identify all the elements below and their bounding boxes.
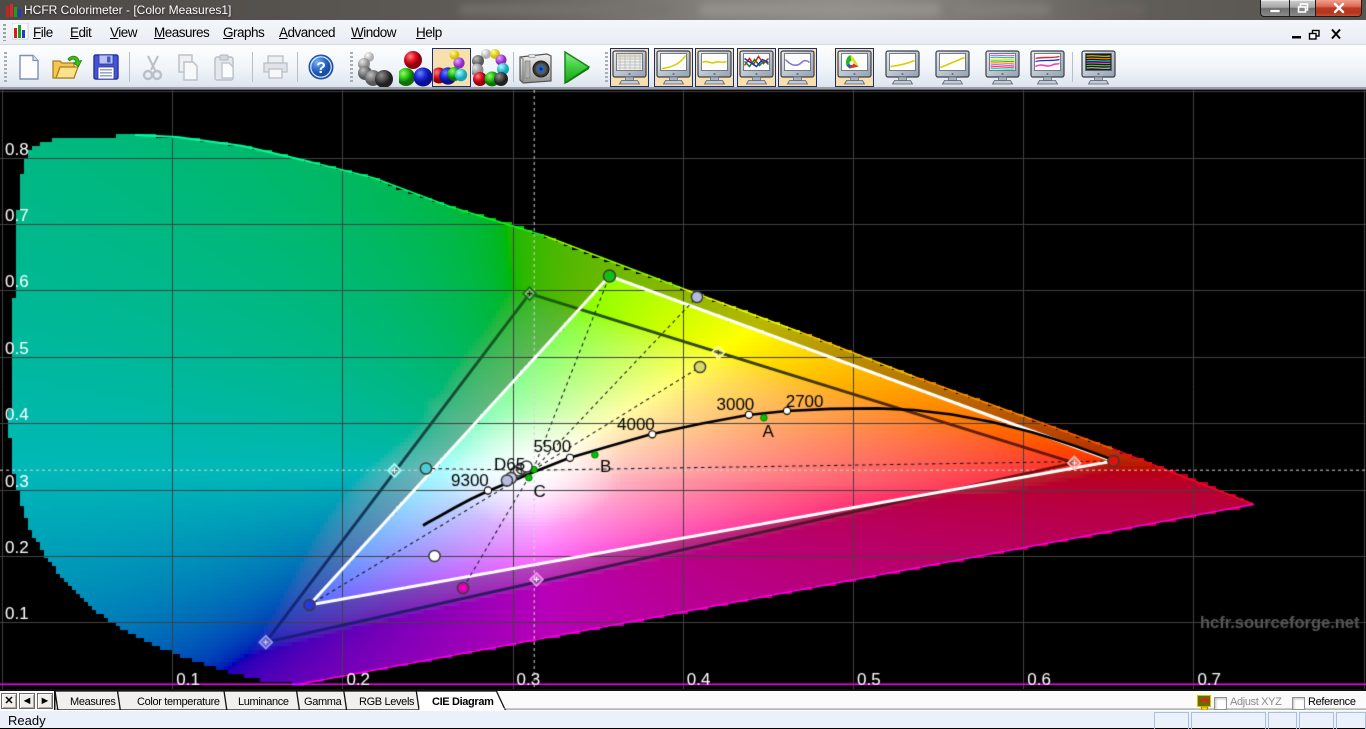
svg-text:?: ? (316, 60, 326, 77)
